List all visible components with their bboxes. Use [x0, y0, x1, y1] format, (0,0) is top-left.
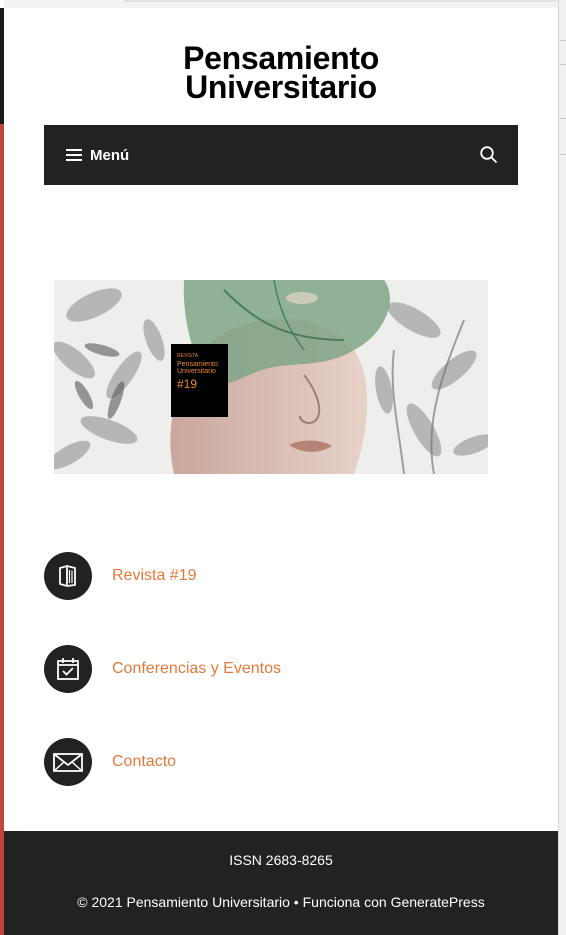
badge-title-2: Universitario	[177, 368, 216, 375]
link-conferencias[interactable]: Conferencias y Eventos	[44, 645, 524, 693]
link-icon-wrap	[44, 738, 92, 786]
site-logo[interactable]: Pensamiento Universitario	[4, 42, 558, 105]
powered-prefix: Funciona con	[302, 894, 391, 910]
menu-label: Menú	[90, 146, 130, 164]
link-icon-wrap	[44, 645, 92, 693]
issn-text: ISSN 2683-8265	[229, 852, 333, 868]
hamburger-icon	[66, 149, 82, 161]
browser-tab-line	[124, 0, 558, 2]
scrollbar-mark	[560, 40, 566, 41]
logo-line-2: Universitario	[185, 69, 377, 105]
footer-separator: •	[289, 894, 303, 910]
link-contacto-label[interactable]: Contacto	[112, 753, 176, 771]
copyright-text: © 2021 Pensamiento Universitario	[77, 894, 290, 910]
scrollbar-mark	[560, 64, 566, 65]
badge-title-1: Pensamiento	[177, 361, 218, 368]
link-revista-label[interactable]: Revista #19	[112, 567, 197, 585]
site-footer: ISSN 2683-8265 © 2021 Pensamiento Univer…	[4, 831, 558, 935]
menu-toggle-button[interactable]: Menú	[66, 143, 129, 167]
main-navigation: Menú	[44, 125, 518, 185]
envelope-icon	[53, 753, 83, 772]
browser-top-edge	[4, 0, 558, 8]
search-icon	[480, 146, 497, 163]
link-contacto[interactable]: Contacto	[44, 738, 524, 786]
magazine-cover-badge: REVISTA Pensamiento Universitario #19	[171, 344, 228, 417]
badge-issue: #19	[177, 377, 197, 391]
scrollbar-track[interactable]	[558, 0, 566, 935]
link-conferencias-label[interactable]: Conferencias y Eventos	[112, 660, 281, 678]
scrollbar-mark	[560, 118, 566, 119]
generatepress-link[interactable]: GeneratePress	[391, 894, 485, 910]
page: Pensamiento Universitario Menú REVISTA P…	[4, 8, 558, 935]
book-icon	[59, 565, 76, 587]
badge-kicker: REVISTA	[177, 353, 199, 359]
scrollbar-mark	[560, 154, 566, 155]
copyright-line: © 2021 Pensamiento Universitario • Funci…	[4, 894, 558, 910]
calendar-icon	[57, 658, 79, 680]
link-revista[interactable]: Revista #19	[44, 552, 524, 600]
hero-image[interactable]: REVISTA Pensamiento Universitario #19	[54, 280, 488, 474]
search-button[interactable]	[478, 144, 500, 166]
link-icon-wrap	[44, 552, 92, 600]
